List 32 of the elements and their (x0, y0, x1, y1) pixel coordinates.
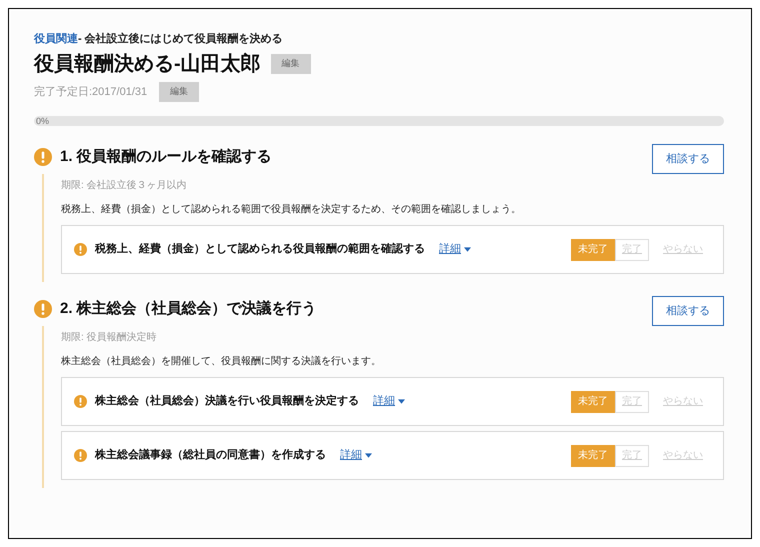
section-title: 2. 株主総会（社員総会）で決議を行う (60, 298, 317, 319)
due-date: 完了予定日:2017/01/31 (34, 84, 148, 100)
caret-icon (365, 453, 372, 458)
warning-icon (74, 449, 87, 462)
description: 株主総会（社員総会）を開催して、役員報酬に関する決議を行います。 (61, 354, 382, 369)
warning-icon (34, 300, 52, 318)
task-title: 株主総会議事録（総社員の同意書）を作成する (95, 448, 326, 464)
status-button[interactable]: 未完了 (571, 390, 615, 412)
warning-icon (74, 395, 87, 408)
section-title: 1. 役員報酬のルールを確認する (60, 147, 272, 167)
breadcrumb-link[interactable]: 役員関連 (34, 33, 78, 45)
detail-link[interactable]: 詳細 (439, 241, 471, 258)
page-title: 役員報酬決める-山田太郎 (34, 52, 261, 77)
breadcrumb-text: - 会社設立後にはじめて役員報酬を決める (78, 33, 283, 45)
deadline-text: 期限: 役員報酬決定時 (61, 330, 158, 345)
caret-icon (464, 247, 471, 252)
status-button[interactable]: 未完了 (571, 444, 615, 466)
consult-button[interactable]: 相談する (652, 144, 724, 174)
detail-link[interactable]: 詳細 (373, 393, 405, 410)
edit-button[interactable]: 編集 (270, 54, 311, 74)
status-button[interactable]: 未完了 (571, 238, 615, 260)
progress-label: 0% (36, 116, 50, 126)
warning-icon (34, 148, 52, 166)
edit-button[interactable]: 編集 (159, 82, 200, 102)
consult-button[interactable]: 相談する (652, 296, 724, 326)
task-title: 税務上、経費（損金）として認められる役員報酬の範囲を確認する (95, 242, 425, 258)
detail-link[interactable]: 詳細 (340, 447, 372, 464)
deadline-text: 期限: 会社設立後３ヶ月以内 (61, 178, 188, 193)
description: 税務上、経費（損金）として認められる範囲で役員報酬を決定するため、その範囲を確認しましょう。 (61, 202, 522, 217)
warning-icon (74, 243, 87, 256)
task-title: 株主総会（社員総会）決議を行い役員報酬を決定する (95, 394, 359, 410)
caret-icon (398, 399, 405, 404)
